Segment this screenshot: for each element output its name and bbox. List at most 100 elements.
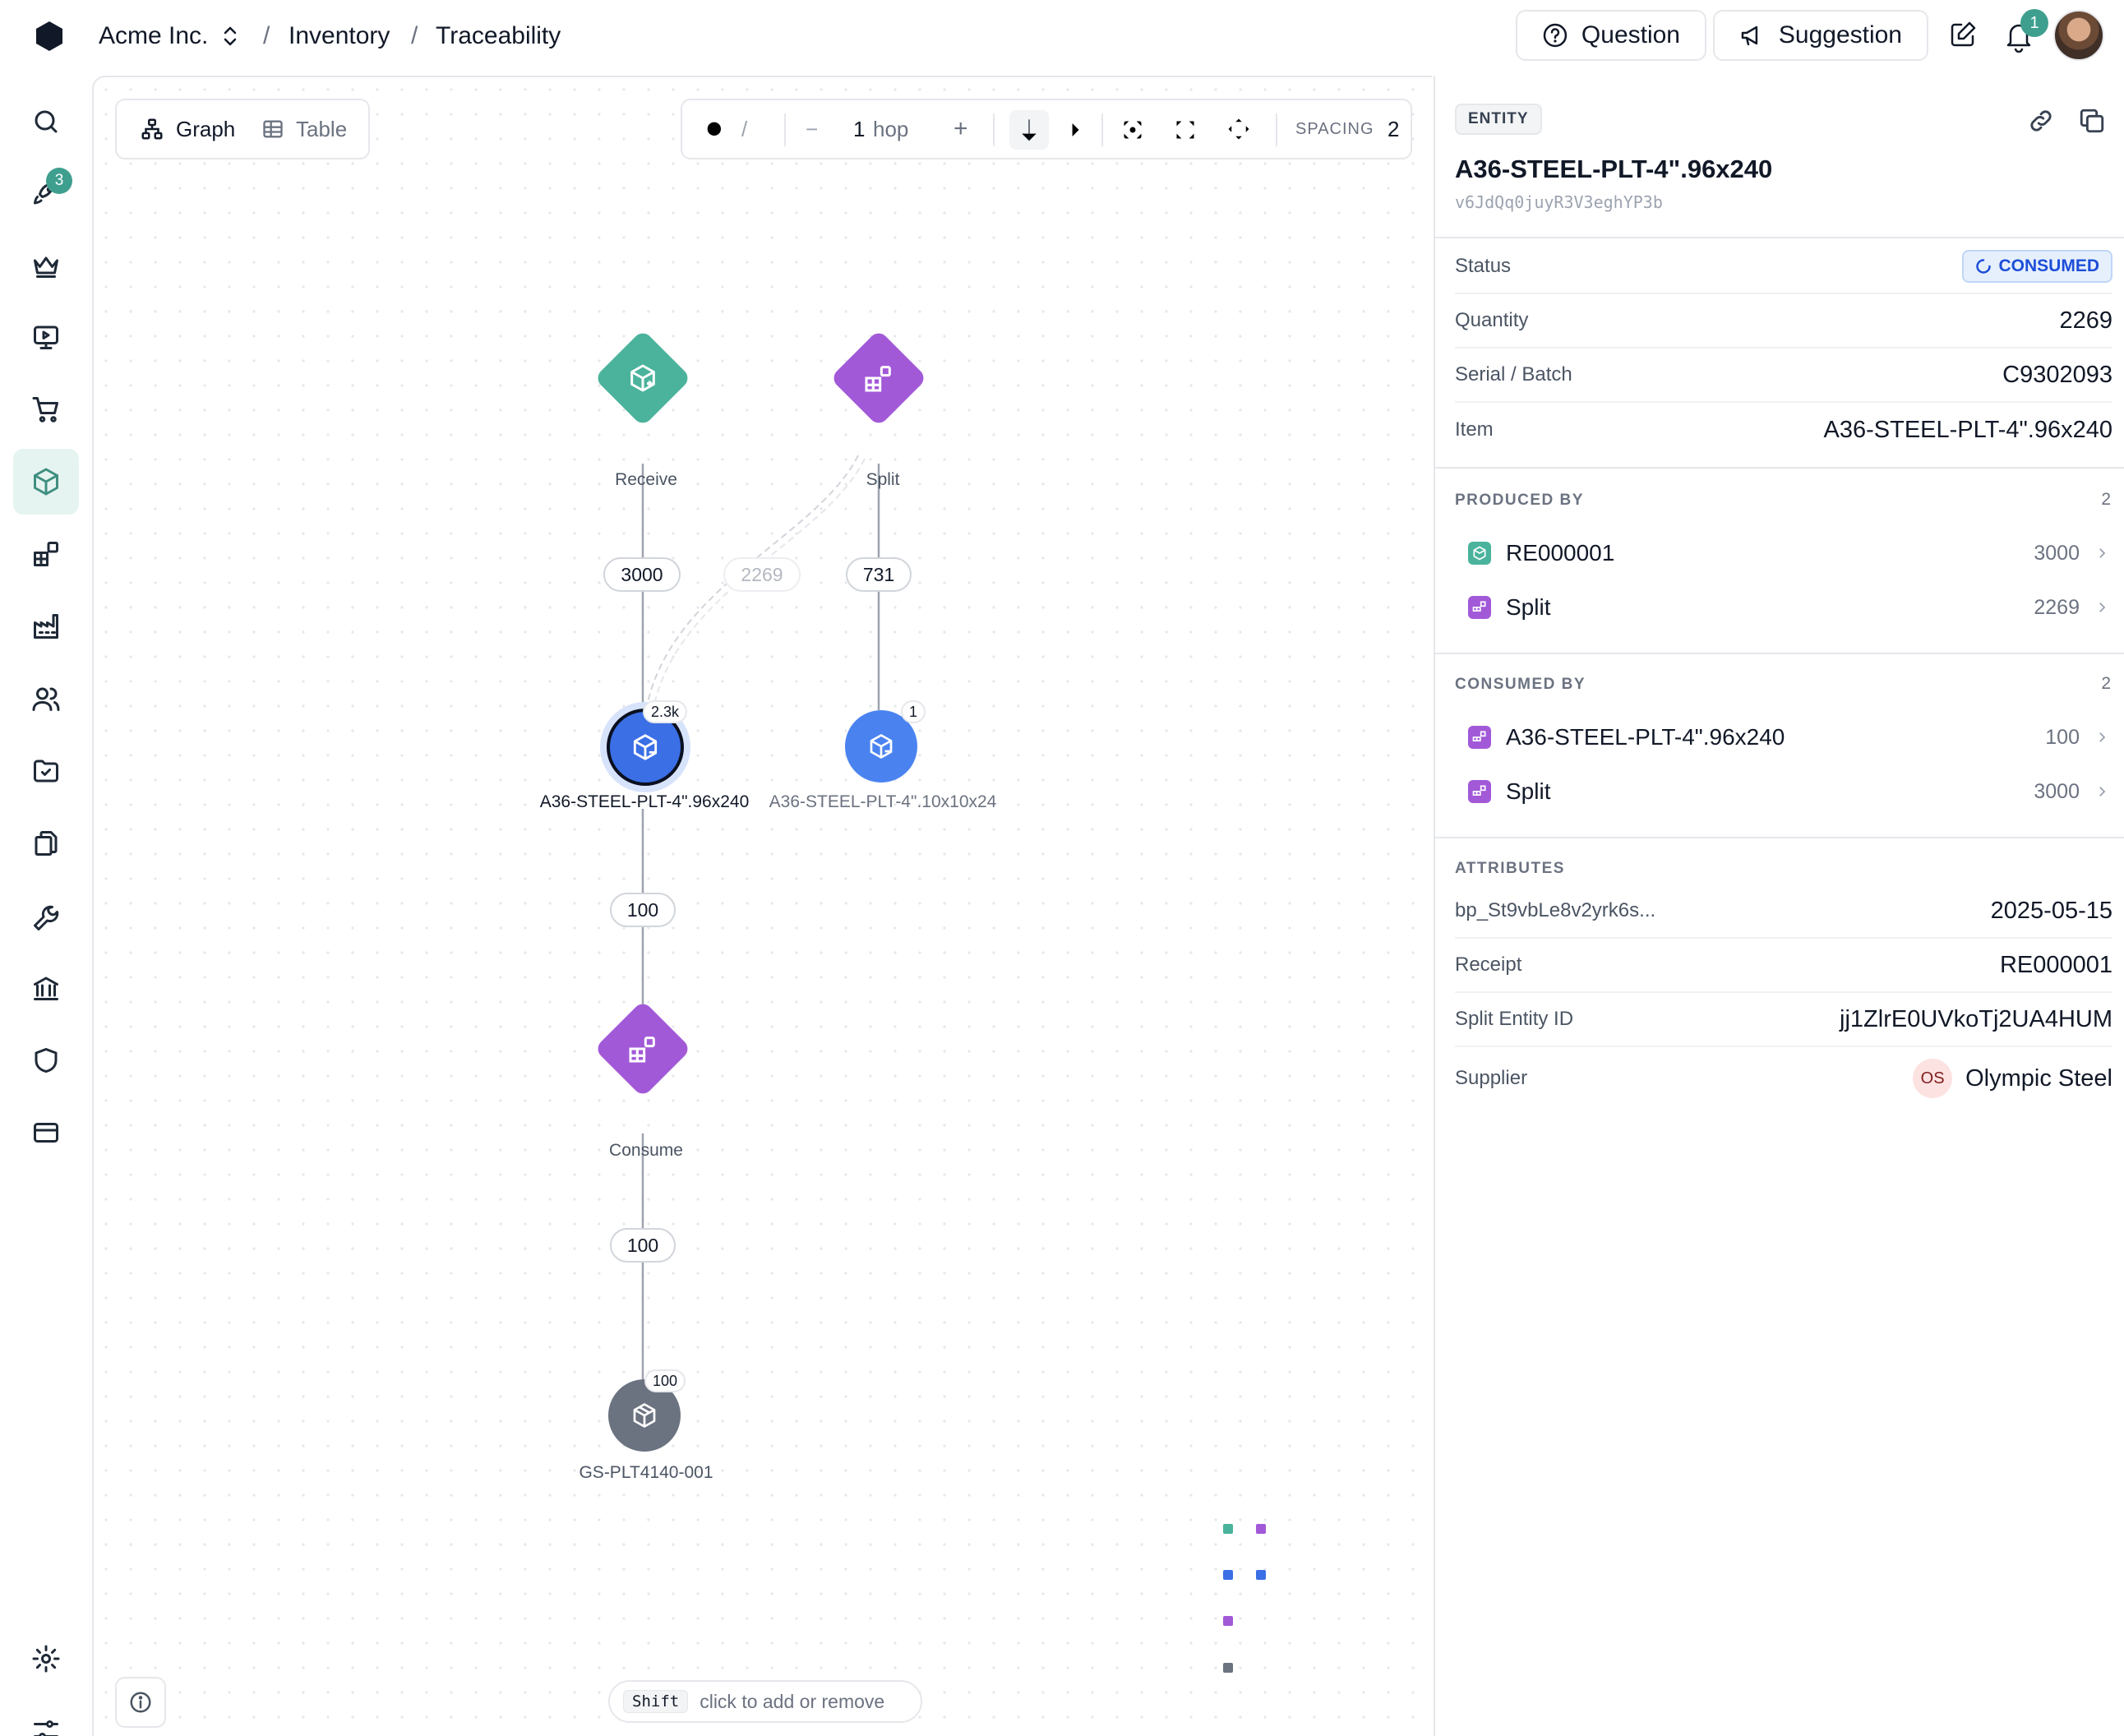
item-value[interactable]: A36-STEEL-PLT-4".96x240: [1824, 417, 2113, 444]
package-icon: [633, 1403, 656, 1428]
consumed-by-item[interactable]: A36-STEEL-PLT-4".96x240 100: [1468, 710, 2109, 764]
package-plus-icon: [630, 364, 655, 392]
minimap-node: [1256, 1524, 1266, 1534]
sidebar-item-inventory[interactable]: [13, 449, 79, 515]
status-value: CONSUMED: [1998, 256, 2099, 275]
consumed-by-name: A36-STEEL-PLT-4".96x240: [1506, 724, 1785, 750]
minimap-node: [1223, 1616, 1233, 1626]
graph-canvas[interactable]: Graph Table / − 1 hop + SPACING 2 3000 2…: [92, 76, 1432, 1736]
sidebar-item-presentation[interactable]: [13, 304, 79, 370]
status-key: Status: [1455, 255, 1512, 277]
produced-by-count: 2: [2101, 490, 2111, 509]
chevron-updown-icon[interactable]: [219, 23, 242, 49]
sidebar-item-files[interactable]: [13, 810, 79, 876]
edge-label-main-consume[interactable]: 100: [610, 893, 676, 927]
blocks-icon: [34, 542, 58, 566]
info-button[interactable]: [115, 1677, 166, 1728]
serial-key: Serial / Batch: [1455, 363, 1572, 386]
crown-icon: [34, 256, 58, 278]
logo-icon[interactable]: [35, 20, 64, 53]
sidebar-item-maintenance[interactable]: [13, 883, 79, 949]
edge-label-consume-output[interactable]: 100: [610, 1228, 676, 1263]
serial-value: C9302093: [2002, 361, 2112, 388]
output-entity-node-label: GS-PLT4140-001: [579, 1463, 713, 1482]
attribute-key: Supplier: [1455, 1067, 1528, 1089]
edit-icon[interactable]: [1948, 20, 1978, 49]
chevron-right-icon: [2099, 787, 2106, 796]
status-row: Status CONSUMED: [1455, 240, 2112, 294]
sidebar-item-tasks[interactable]: [13, 160, 79, 226]
notification-badge: 1: [2020, 9, 2048, 37]
consumed-by-count: 2: [2101, 674, 2111, 693]
breadcrumb-traceability[interactable]: Traceability: [436, 20, 561, 53]
sidebar-item-documents[interactable]: [13, 738, 79, 804]
produced-by-item[interactable]: Split 2269: [1468, 580, 2109, 635]
sidebar-item-quality[interactable]: [13, 1027, 79, 1093]
help-circle-icon: [1543, 23, 1568, 48]
output-entity-count-badge: 100: [644, 1369, 686, 1392]
split-icon: [1468, 726, 1491, 749]
minimap-node: [1256, 1570, 1266, 1580]
sidebar-item-people[interactable]: [13, 666, 79, 732]
cube-icon: [34, 468, 58, 496]
files-icon: [35, 831, 58, 856]
consumed-by-name: Split: [1506, 778, 1551, 804]
produced-by-qty: 2269: [2034, 595, 2080, 619]
edge-label-split-main[interactable]: 2269: [723, 557, 801, 592]
edge-label-split-side[interactable]: 731: [846, 557, 912, 592]
quantity-row: Quantity 2269: [1455, 294, 2112, 349]
consumed-by-item[interactable]: Split 3000: [1468, 764, 2109, 819]
breadcrumb-inventory[interactable]: Inventory: [289, 20, 390, 53]
main-entity-count-badge: 2.3k: [643, 700, 688, 723]
sidebar-item-blocks[interactable]: [13, 521, 79, 587]
attribute-row: bp_St9vbLe8v2yrk6s... 2025-05-15: [1455, 884, 2112, 939]
breadcrumb-separator: /: [411, 22, 418, 49]
hint-text: click to add or remove: [700, 1690, 885, 1712]
item-key: Item: [1455, 418, 1494, 441]
suggestion-label: Suggestion: [1778, 21, 1902, 48]
chevron-right-icon: [2099, 603, 2106, 612]
sidebar-item-search[interactable]: [13, 89, 79, 155]
attribute-value[interactable]: RE000001: [2000, 952, 2112, 979]
attribute-value[interactable]: jj1ZlrE0UVkoTj2UA4HUM: [1840, 1006, 2112, 1033]
graph-edges: [641, 455, 880, 1384]
attribute-value: 2025-05-15: [1990, 897, 2112, 924]
question-button[interactable]: Question: [1516, 10, 1706, 61]
attribute-row: Receipt RE000001: [1455, 939, 2112, 993]
loader-icon: [1976, 259, 1992, 274]
link-icon[interactable]: [2027, 107, 2055, 135]
sidebar-item-cart[interactable]: [13, 376, 79, 442]
sidebar: 3: [0, 72, 92, 1736]
users-icon: [32, 687, 60, 711]
sidebar-item-billing[interactable]: [13, 1100, 79, 1166]
divider: [1435, 837, 2124, 838]
copy-icon[interactable]: [2078, 107, 2106, 135]
wrench-icon: [34, 905, 59, 930]
split-icon: [1468, 596, 1491, 619]
entity-panel: ENTITY A36-STEEL-PLT-4".96x240 v6JdQq0ju…: [1434, 76, 2124, 1736]
org-switcher[interactable]: Acme Inc.: [99, 20, 208, 53]
settings-icon: [32, 1645, 60, 1673]
split-node-label: Split: [866, 470, 900, 489]
quantity-key: Quantity: [1455, 309, 1529, 331]
suggestion-button[interactable]: Suggestion: [1713, 10, 1928, 61]
info-icon: [130, 1692, 151, 1713]
sidebar-item-settings[interactable]: [13, 1626, 79, 1692]
produced-by-item[interactable]: RE000001 3000: [1468, 526, 2109, 580]
search-icon: [35, 110, 58, 133]
supplier-value[interactable]: OS Olympic Steel: [1913, 1059, 2112, 1098]
attribute-key: bp_St9vbLe8v2yrk6s...: [1455, 899, 1656, 921]
sidebar-item-crown[interactable]: [13, 233, 79, 298]
sidebar-item-preferences[interactable]: [13, 1697, 79, 1736]
entity-id[interactable]: v6JdQq0juyR3V3eghYP3b: [1455, 192, 1663, 212]
receive-node-label: Receive: [615, 470, 677, 489]
breadcrumb-separator: /: [263, 22, 270, 49]
edge-label-receive-main[interactable]: 3000: [603, 557, 681, 592]
shift-key: Shift: [623, 1690, 689, 1713]
consumed-by-heading: CONSUMED BY: [1455, 676, 1586, 693]
entity-type-badge: ENTITY: [1455, 104, 1542, 135]
sidebar-item-production[interactable]: [13, 593, 79, 659]
main-entity-node-label: A36-STEEL-PLT-4".96x240: [539, 792, 750, 811]
avatar[interactable]: [2053, 10, 2104, 61]
sidebar-item-accounting[interactable]: [13, 955, 79, 1021]
